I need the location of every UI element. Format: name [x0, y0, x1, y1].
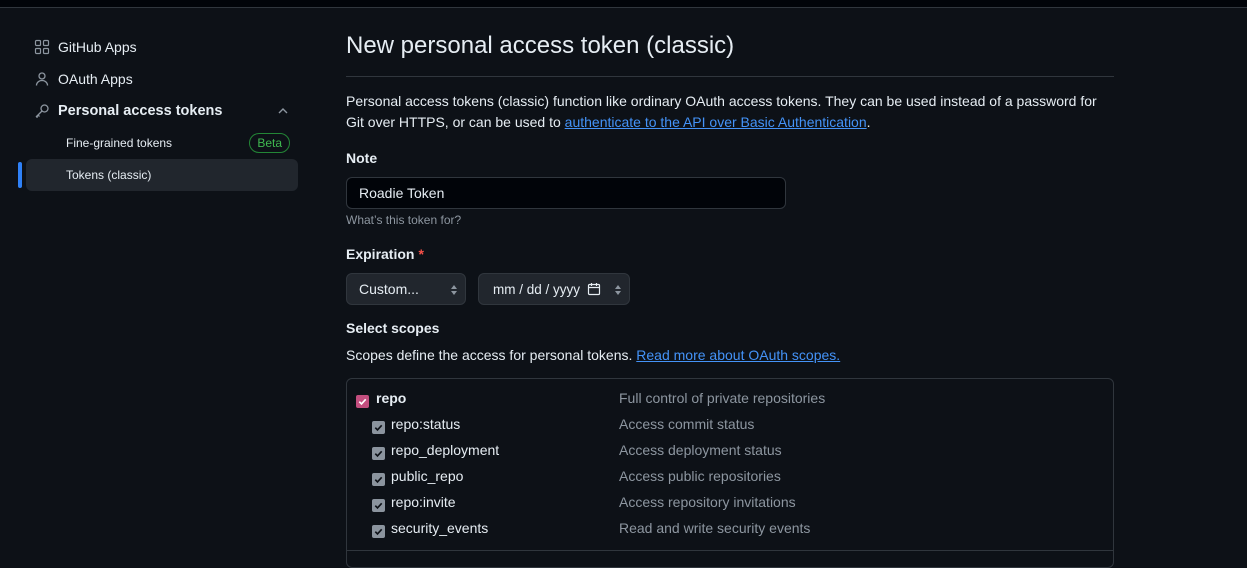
scope-name: repo:status [391, 416, 461, 432]
sort-arrows-icon [613, 283, 623, 297]
scope-name: security_events [391, 520, 489, 536]
scope-name: repo_deployment [391, 442, 500, 458]
scope-name: repo [376, 390, 407, 406]
sidebar-item-label: OAuth Apps [58, 71, 133, 87]
scope-group-divider [347, 550, 1113, 551]
scope-checkbox[interactable] [372, 473, 385, 486]
scope-checkbox[interactable] [372, 525, 385, 538]
scope-row-security-events: security_events Read and write security … [347, 518, 1115, 544]
sidebar-item-label: Fine-grained tokens [66, 136, 173, 150]
checkmark-icon [374, 450, 383, 458]
scope-name: public_repo [391, 468, 464, 484]
scope-row-repo-deployment: repo_deployment Access deployment status [347, 440, 1115, 466]
scope-desc: Access public repositories [619, 468, 781, 484]
chevron-up-icon[interactable] [276, 104, 290, 118]
note-input[interactable] [346, 177, 786, 209]
scope-checkbox[interactable] [372, 447, 385, 460]
page-title: New personal access token (classic) [346, 32, 735, 59]
expiration-date-input[interactable]: mm / dd / yyyy [478, 273, 630, 305]
beta-badge: Beta [249, 133, 290, 153]
apps-grid-icon [34, 39, 50, 55]
scopes-label: Select scopes [346, 320, 440, 336]
basic-auth-link[interactable]: authenticate to the API over Basic Authe… [565, 114, 867, 130]
checkmark-icon [358, 398, 367, 406]
scopes-description: Scopes define the access for personal to… [346, 347, 840, 363]
intro-paragraph: Personal access tokens (classic) functio… [346, 91, 1114, 133]
scope-row-repo-status: repo:status Access commit status [347, 414, 1115, 440]
sidebar-item-label: Personal access tokens [58, 103, 223, 119]
scope-desc: Access deployment status [619, 442, 782, 458]
scope-desc: Read and write security events [619, 520, 811, 536]
key-icon [34, 103, 50, 119]
scope-row-repo-invite: repo:invite Access repository invitation… [347, 492, 1115, 518]
checkmark-icon [374, 476, 383, 484]
sidebar-item-oauth-apps[interactable]: OAuth Apps [18, 63, 300, 95]
scopes-list: repo Full control of private repositorie… [346, 378, 1114, 568]
scope-desc: Access commit status [619, 416, 755, 432]
top-header-bar [0, 0, 1247, 8]
sidebar-item-github-apps[interactable]: GitHub Apps [18, 31, 300, 63]
sidebar-item-label: Tokens (classic) [66, 168, 152, 182]
date-placeholder: mm / dd / yyyy [493, 281, 581, 297]
scope-row-repo: repo Full control of private repositorie… [347, 388, 1115, 414]
sidebar-item-fine-grained-tokens[interactable]: Fine-grained tokens Beta [26, 127, 298, 159]
note-hint: What’s this token for? [346, 213, 462, 227]
expiration-label-text: Expiration [346, 246, 415, 262]
calendar-icon[interactable] [587, 282, 601, 296]
scope-checkbox[interactable] [356, 395, 369, 408]
settings-sidebar: GitHub Apps OAuth Apps Personal access t… [18, 31, 300, 191]
scope-checkbox[interactable] [372, 421, 385, 434]
expiration-select-value: Custom... [359, 281, 419, 297]
person-icon [34, 71, 50, 87]
checkmark-icon [374, 502, 383, 510]
note-label: Note [346, 150, 378, 166]
oauth-scopes-link[interactable]: Read more about OAuth scopes. [636, 347, 840, 363]
scope-checkbox[interactable] [372, 499, 385, 512]
scope-desc: Full control of private repositories [619, 390, 826, 406]
checkmark-icon [374, 424, 383, 432]
title-divider [346, 76, 1114, 77]
scope-name: repo:invite [391, 494, 456, 510]
scope-desc: Access repository invitations [619, 494, 796, 510]
expiration-label: Expiration * [346, 246, 424, 262]
scopes-desc-text: Scopes define the access for personal to… [346, 347, 637, 363]
active-indicator [18, 162, 22, 188]
sort-arrows-icon [449, 283, 459, 297]
scope-row-public-repo: public_repo Access public repositories [347, 466, 1115, 492]
sidebar-item-personal-access-tokens[interactable]: Personal access tokens [18, 95, 300, 127]
sidebar-item-label: GitHub Apps [58, 39, 137, 55]
sidebar-item-tokens-classic[interactable]: Tokens (classic) [18, 159, 298, 191]
checkmark-icon [374, 528, 383, 536]
intro-end: . [866, 114, 871, 130]
expiration-select[interactable]: Custom... [346, 273, 466, 305]
required-mark: * [418, 246, 424, 262]
